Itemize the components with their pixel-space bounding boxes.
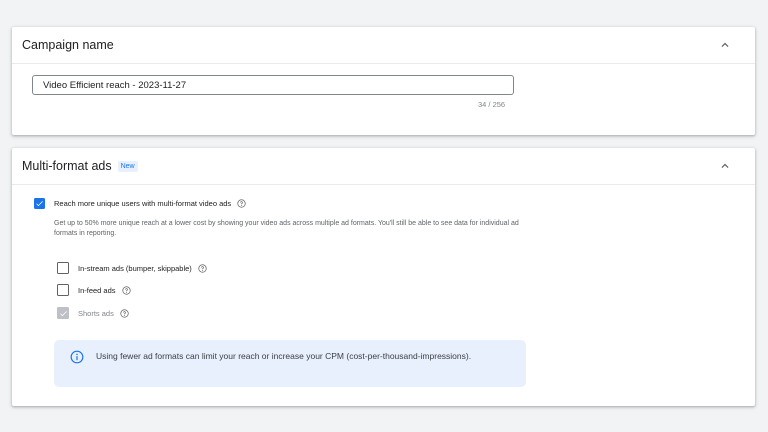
shorts-checkbox <box>57 307 69 319</box>
shorts-label: Shorts ads <box>78 308 114 318</box>
chevron-up-icon[interactable] <box>717 158 733 174</box>
multi-format-description: Get up to 50% more unique reach at a low… <box>54 220 519 237</box>
check-icon <box>59 310 67 316</box>
in-feed-label: In-feed ads <box>78 285 116 295</box>
help-icon[interactable] <box>198 263 207 273</box>
format-option-shorts: Shorts ads <box>57 307 129 319</box>
in-stream-checkbox[interactable] <box>57 262 69 274</box>
help-icon[interactable] <box>120 308 129 318</box>
info-notice-text: Using fewer ad formats can limit your re… <box>96 351 472 361</box>
info-notice: Using fewer ad formats can limit your re… <box>54 340 526 387</box>
format-option-in-feed[interactable]: In-feed ads <box>57 284 131 296</box>
multi-format-ads-title-wrap: Multi-format ads New <box>22 159 138 173</box>
character-counter: 34 / 256 <box>478 100 506 109</box>
campaign-name-card: Campaign name 34 / 256 <box>12 27 755 135</box>
multi-format-checkbox-label: Reach more unique users with multi-forma… <box>54 199 232 208</box>
info-icon <box>70 350 84 364</box>
help-icon[interactable] <box>237 199 246 208</box>
multi-format-ads-card: Multi-format ads New Reach more unique u… <box>12 148 755 406</box>
in-feed-checkbox[interactable] <box>57 284 69 296</box>
check-icon <box>36 201 43 207</box>
format-option-in-stream[interactable]: In-stream ads (bumper, skippable) <box>57 262 207 274</box>
multi-format-checkbox-row[interactable]: Reach more unique users with multi-forma… <box>34 198 246 209</box>
campaign-name-title: Campaign name <box>22 38 114 52</box>
in-stream-label: In-stream ads (bumper, skippable) <box>78 263 192 273</box>
help-icon[interactable] <box>121 285 131 295</box>
multi-format-checkbox[interactable] <box>34 198 45 209</box>
campaign-name-input[interactable] <box>32 75 514 95</box>
campaign-name-header[interactable]: Campaign name <box>12 27 755 64</box>
multi-format-ads-header[interactable]: Multi-format ads New <box>12 148 755 185</box>
multi-format-ads-title: Multi-format ads <box>22 159 112 173</box>
chevron-up-icon[interactable] <box>717 37 733 53</box>
new-badge: New <box>117 160 138 172</box>
